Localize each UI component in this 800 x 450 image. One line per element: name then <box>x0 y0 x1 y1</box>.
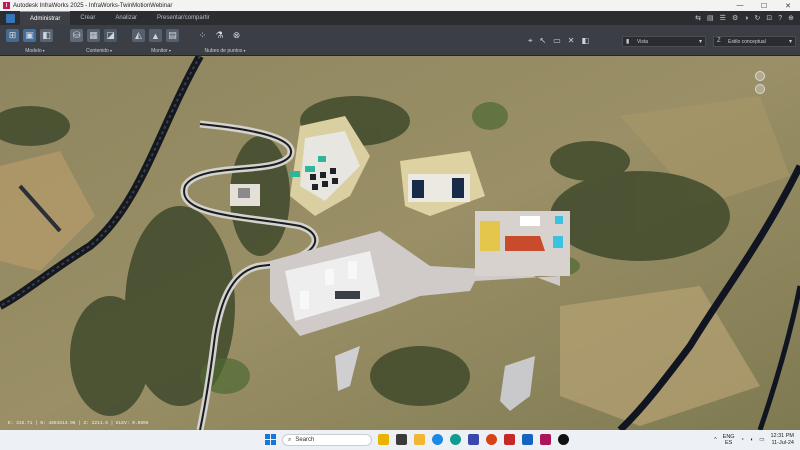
volume-icon[interactable]: ◖ <box>750 437 753 443</box>
ribbon-group-label-contenido[interactable]: Contenido <box>70 48 128 54</box>
tab-bar-icons: ⇆ ▤ ☰ ⚙ ◑ ↻ ⊡ ? ⊕ <box>695 11 794 25</box>
ribbon-group-nubes-de-puntos: ⁘ ⚗ ⊗ Nubes de puntos <box>196 27 254 55</box>
app-menu-icon <box>5 13 15 23</box>
taskbar-app-powerpoint[interactable] <box>486 434 497 445</box>
tab-analizar[interactable]: Analizar <box>105 11 147 25</box>
chevron-down-icon: ▾ <box>788 39 792 45</box>
table-icon[interactable]: ▦ <box>87 29 100 42</box>
ribbon-panel: ⊞ ▣ ◧ Modelo ⛁ ▦ ◪ Contenido ◭ ▲ ▤ Monit… <box>0 25 800 56</box>
ribbon-group-label-nubes-de-puntos[interactable]: Nubes de puntos <box>196 48 254 54</box>
display-icon[interactable]: ◑ <box>744 15 748 22</box>
model-view-icon[interactable]: ▣ <box>23 29 36 42</box>
chevron-down-icon: ▾ <box>698 39 702 45</box>
view-dropdown-icon: ▮ <box>626 39 630 45</box>
ribbon-group-label-modelo[interactable]: Modelo <box>6 48 64 54</box>
taskbar-app-infraworks[interactable] <box>540 434 551 445</box>
ribbon-group-modelo: ⊞ ▣ ◧ Modelo <box>6 27 64 55</box>
window-controls: — ☐ ✕ <box>728 0 800 11</box>
ribbon-group-monitor: ◭ ▲ ▤ Monitor <box>132 27 190 55</box>
taskbar-app-edge[interactable] <box>450 434 461 445</box>
point-cloud-icon[interactable]: ⁘ <box>196 29 209 42</box>
tab-presentar-compartir[interactable]: Presentar/compartir <box>147 11 220 25</box>
taskbar-search[interactable]: ⌕ Search <box>282 434 372 446</box>
ribbon-tab-bar: Administrar Crear Analizar Presentar/com… <box>0 11 800 25</box>
tab-crear[interactable]: Crear <box>70 11 105 25</box>
account-icon[interactable]: ⊕ <box>788 14 794 22</box>
taskbar-app-twinmotion[interactable] <box>558 434 569 445</box>
model-layer-icon[interactable]: ◧ <box>40 29 53 42</box>
tab-administrar[interactable]: Administrar <box>20 11 71 25</box>
clock-time: 12:31 PM <box>770 433 794 439</box>
wifi-icon[interactable]: ◔ <box>741 437 744 443</box>
refresh-icon[interactable]: ↻ <box>754 14 760 22</box>
navigation-wheel[interactable] <box>746 68 774 108</box>
surface-icon[interactable]: ◭ <box>132 29 145 42</box>
panel-icon[interactable]: ▤ <box>707 14 714 22</box>
style-dropdown-icon: Z <box>717 38 721 44</box>
view-tool-icons: ⌖ ↖ ▭ ✕ ◧ <box>528 36 589 46</box>
taskbar-apps <box>378 434 569 445</box>
coordinate-readout: E: 315.71 | N: 4681613.96 | Z: 2211.5 | … <box>8 421 149 426</box>
list-icon[interactable]: ☰ <box>720 14 726 22</box>
select-cursor-icon[interactable]: ↖ <box>540 36 547 46</box>
zoom-icon[interactable] <box>755 84 765 94</box>
model-viewport[interactable]: E: 315.71 | N: 4681613.96 | Z: 2211.5 | … <box>0 56 800 430</box>
clock-date: 11-Jul-24 <box>771 440 794 446</box>
start-button[interactable] <box>265 434 276 445</box>
taskbar-app-folder[interactable] <box>414 434 425 445</box>
battery-icon[interactable]: ▭ <box>759 437 764 443</box>
view-dropdown[interactable]: ▮ Vista ▾ <box>622 36 706 47</box>
taskbar-app-media[interactable] <box>396 434 407 445</box>
measure-icon[interactable]: ▭ <box>553 36 561 46</box>
settings-gear-icon[interactable]: ⚙ <box>732 14 738 22</box>
target-icon[interactable]: ⌖ <box>528 36 533 46</box>
point-process-icon[interactable]: ⚗ <box>213 29 226 42</box>
taskbar-app-file-explorer[interactable] <box>378 434 389 445</box>
search-icon: ⌕ <box>288 436 292 443</box>
terrain-icon[interactable]: ▲ <box>149 29 162 42</box>
taskbar-app-chrome[interactable] <box>432 434 443 445</box>
close-button[interactable]: ✕ <box>776 0 800 11</box>
visual-style-dropdown[interactable]: Z Estilo conceptual ▾ <box>713 36 796 47</box>
transform-icon[interactable]: ✕ <box>568 36 575 46</box>
taskbar-app-office[interactable] <box>504 434 515 445</box>
os-taskbar: ⌕ Search ^ ENG ES ◔ ◖ ▭ 12:31 PM 11-Jul-… <box>0 430 800 450</box>
system-tray: ^ ENG ES ◔ ◖ ▭ 12:31 PM 11-Jul-24 <box>714 432 794 448</box>
language-indicator[interactable]: ENG ES <box>723 434 735 446</box>
help-icon[interactable]: ? <box>778 15 782 22</box>
window-title: Autodesk InfraWorks 2025 - InfraWorks-Tw… <box>13 2 173 9</box>
tray-overflow-chevron-icon[interactable]: ^ <box>714 437 717 443</box>
point-delete-icon[interactable]: ⊗ <box>230 29 243 42</box>
title-bar: I Autodesk InfraWorks 2025 - InfraWorks-… <box>0 0 800 11</box>
visual-style-value: Estilo conceptual <box>728 38 766 45</box>
orbit-icon[interactable] <box>755 71 765 81</box>
search-placeholder: Search <box>295 437 315 443</box>
aerial-terrain-scene <box>0 56 800 430</box>
content-layer-icon[interactable]: ◪ <box>104 29 117 42</box>
maximize-button[interactable]: ☐ <box>752 0 776 11</box>
app-logo-icon: I <box>3 2 10 9</box>
database-icon[interactable]: ⛁ <box>70 29 83 42</box>
taskbar-app-word[interactable] <box>522 434 533 445</box>
minimize-button[interactable]: — <box>728 0 752 11</box>
ribbon-group-contenido: ⛁ ▦ ◪ Contenido <box>70 27 128 55</box>
ribbon-group-label-monitor[interactable]: Monitor <box>132 48 190 54</box>
sync-icon[interactable]: ⇆ <box>695 14 701 22</box>
taskbar-app-teams[interactable] <box>468 434 479 445</box>
frame-icon[interactable]: ⊡ <box>766 14 772 22</box>
view-dropdown-value: Vista <box>637 38 649 45</box>
monitor-list-icon[interactable]: ▤ <box>166 29 179 42</box>
application-menu-button[interactable] <box>0 11 20 25</box>
display-mode-icon[interactable]: ◧ <box>581 36 589 46</box>
system-clock[interactable]: 12:31 PM 11-Jul-24 <box>770 433 794 447</box>
model-grid-icon[interactable]: ⊞ <box>6 29 19 42</box>
